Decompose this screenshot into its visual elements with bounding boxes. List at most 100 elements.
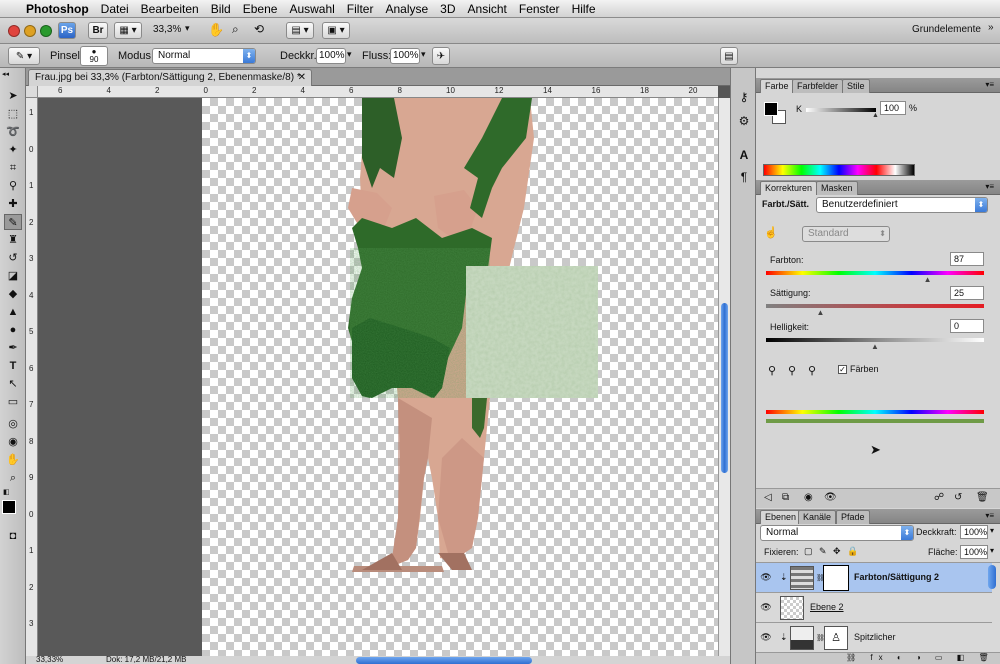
quick-selection-tool-icon[interactable]: ✦ [4,142,22,158]
menu-3d[interactable]: 3D [434,0,461,18]
zoom-window-button[interactable] [40,25,52,37]
layer-row[interactable]: 👁 Ebene 2 [756,593,992,623]
tool-preset-picker[interactable]: ✎ ▾ [8,47,40,65]
canvas-area[interactable] [38,98,718,656]
vertical-scrollbar[interactable] [718,98,730,656]
healing-brush-tool-icon[interactable]: ✚ [4,196,22,212]
color-k-thumb[interactable]: ▲ [872,112,879,119]
brush-panel-toggle[interactable]: ▤ [720,47,738,65]
color-foreground-swatch[interactable] [764,102,778,116]
visibility-icon[interactable]: 👁 [824,492,837,503]
mask-figure-thumbnail[interactable]: ♙ [824,626,848,650]
delete-adjustment-icon[interactable]: 🗑 [976,492,989,503]
shape-tool-icon[interactable]: ▭ [4,394,22,410]
layers-footer-icons[interactable]: ⛓ fx ◐ ◑ ▭ ◧ 🗑 [756,652,1000,664]
tab-korrekturen[interactable]: Korrekturen [760,181,818,195]
flow-field[interactable]: 100% [390,48,420,64]
type-tool-icon[interactable]: T [4,358,22,374]
document-canvas[interactable] [202,98,718,656]
clone-stamp-tool-icon[interactable]: ♜ [4,232,22,248]
menu-app-name[interactable]: Photoshop [20,0,95,18]
menu-hilfe[interactable]: Hilfe [566,0,602,18]
opacity-field[interactable]: 100% [316,48,346,64]
menu-bild[interactable]: Bild [205,0,237,18]
saturation-slider-thumb[interactable]: ▲ [817,308,825,317]
layers-scroll-thumb[interactable] [988,565,996,589]
tab-pfade[interactable]: Pfade [836,510,870,524]
layer-row[interactable]: 👁 ⇣ ⛓ Farbton/Sättigung 2 [756,563,992,593]
eyedropper-plus-icon[interactable]: ⚲ [788,364,796,377]
eyedropper-minus-icon[interactable]: ⚲ [808,364,816,377]
layer-visibility-eye-icon[interactable]: 👁 [760,601,772,613]
saturation-value[interactable]: 25 [950,286,984,300]
back-icon[interactable]: ◁ [764,492,772,503]
eraser-tool-icon[interactable]: ◪ [4,268,22,284]
3d-orbit-tool-icon[interactable]: ◉ [4,434,22,450]
opacity-dropdown-icon[interactable]: ▾ [990,526,994,535]
quick-mask-icon[interactable]: ◘ [4,528,22,544]
airbrush-toggle[interactable]: ✈ [432,47,450,65]
default-colors-icon[interactable]: ◧ [3,488,10,496]
layer-visibility-eye-icon[interactable]: 👁 [760,571,772,583]
menu-fenster[interactable]: Fenster [513,0,566,18]
layer-mask-thumbnail[interactable] [823,565,849,591]
rotate-view-icon[interactable]: ⟲ [254,22,264,36]
zoom-dropdown-icon[interactable]: ▾ [185,23,190,34]
horizontal-ruler[interactable]: 6 4 2 0 2 4 6 8 10 12 14 16 18 20 [38,86,718,98]
status-document-size[interactable]: Dok: 17,2 MB/21,2 MB [106,656,186,664]
layer-visibility-eye-icon[interactable]: 👁 [760,631,772,643]
minimize-window-button[interactable] [24,25,36,37]
hand-tool-icon[interactable]: ✋ [208,22,224,38]
tab-masken[interactable]: Masken [816,181,858,195]
workspace-more-icon[interactable]: » [988,22,994,33]
clip-layer-icon[interactable]: ◉ [804,492,813,503]
brush-tool-icon[interactable]: ✎ [4,214,22,230]
layer-name[interactable]: Spitzlicher [854,632,896,642]
status-zoom[interactable]: 33,33% [36,656,63,664]
targeted-adjustment-icon[interactable]: ☝ [764,226,778,239]
lasso-tool-icon[interactable]: ➰ [4,124,22,140]
panel-menu-icon[interactable]: ▾≡ [985,80,994,89]
layer-name[interactable]: Farbton/Sättigung 2 [854,572,939,582]
arrange-documents-button[interactable]: ▤ ▾ [286,22,314,39]
menu-analyse[interactable]: Analyse [379,0,434,18]
menu-datei[interactable]: Datei [95,0,135,18]
zoom-tool-icon[interactable]: ⌕ [232,22,239,37]
3d-rotate-tool-icon[interactable]: ◎ [4,416,22,432]
collapse-toolbox-icon[interactable]: ◂◂ [2,70,9,78]
close-document-icon[interactable]: ✕ [298,70,306,85]
actions-icon[interactable]: ⚙ [735,112,753,130]
paragraph-icon[interactable]: ¶ [735,168,753,186]
history-icon[interactable]: ⚷ [735,88,753,106]
menu-ebene[interactable]: Ebene [237,0,284,18]
menu-bearbeiten[interactable]: Bearbeiten [135,0,205,18]
character-icon[interactable]: A [735,146,753,164]
document-tab[interactable]: Frau.jpg bei 33,3% (Farbton/Sättigung 2,… [28,69,312,86]
pen-tool-icon[interactable]: ✒ [4,340,22,356]
panel-menu-icon[interactable]: ▾≡ [985,182,994,191]
vertical-ruler[interactable]: 1 0 1 2 3 4 5 6 7 8 9 0 1 2 3 [26,98,38,656]
lightness-value[interactable]: 0 [950,319,984,333]
hue-slider-thumb[interactable]: ▲ [924,275,932,284]
move-tool-icon[interactable]: ➤ [4,88,22,104]
hand-tool-icon[interactable]: ✋ [4,452,22,468]
crop-tool-icon[interactable]: ⌗ [4,160,22,176]
reset-icon[interactable]: ↺ [954,492,962,503]
menu-auswahl[interactable]: Auswahl [283,0,340,18]
hue-value[interactable]: 87 [950,252,984,266]
adjustment-preset-select[interactable]: Benutzerdefiniert ⬍ [816,197,988,213]
layer-row[interactable]: 👁 ⇣ ⛓ ♙ Spitzlicher [756,623,992,653]
paint-bucket-tool-icon[interactable]: ◆ [4,286,22,302]
extras-dropdown[interactable]: ▦ ▾ [114,22,142,39]
marquee-tool-icon[interactable]: ⬚ [4,106,22,122]
tab-stile[interactable]: Stile [842,79,870,93]
color-spectrum-bar[interactable] [763,164,915,176]
lightness-slider-thumb[interactable]: ▲ [871,342,879,351]
workspace-switcher[interactable]: Grundelemente [912,24,981,35]
zoom-tool-icon[interactable]: ⌕ [4,470,22,486]
flow-dropdown-icon[interactable]: ▾ [421,49,426,60]
view-previous-icon[interactable]: ☍ [934,492,944,503]
tab-kanaele[interactable]: Kanäle [798,510,837,524]
brush-size-picker[interactable]: ● 90 [80,46,108,66]
path-selection-tool-icon[interactable]: ↖ [4,376,22,392]
